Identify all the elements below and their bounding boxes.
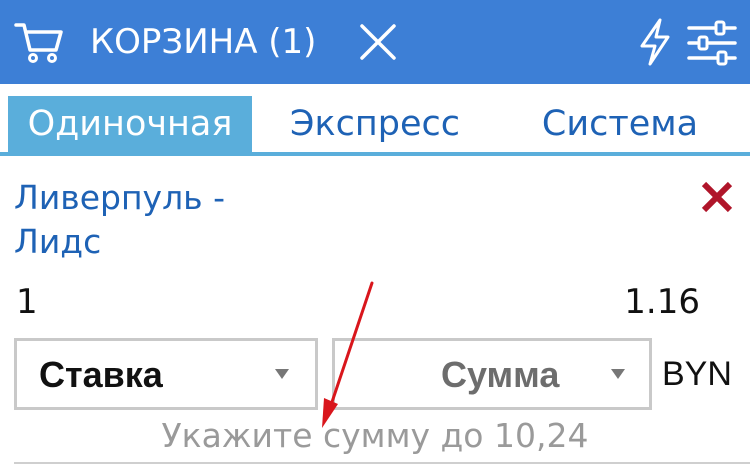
currency-label: BYN bbox=[662, 355, 732, 393]
remove-bet-icon[interactable] bbox=[700, 180, 734, 214]
chevron-down-icon bbox=[611, 369, 625, 379]
filter-sliders-icon[interactable] bbox=[686, 20, 738, 66]
amount-placeholder: Сумма bbox=[441, 354, 560, 395]
stake-hint-text: Укажите сумму до 10,24 bbox=[161, 416, 589, 455]
tab-system[interactable]: Система bbox=[525, 96, 715, 152]
stake-select[interactable]: Ставка bbox=[14, 338, 318, 410]
tab-single[interactable]: Одиночная bbox=[8, 96, 252, 152]
basket-title: КОРЗИНА (1) bbox=[90, 22, 317, 62]
close-icon[interactable] bbox=[358, 24, 398, 60]
lightning-icon[interactable] bbox=[636, 18, 674, 66]
chevron-down-icon bbox=[275, 369, 289, 379]
tab-express[interactable]: Экспресс bbox=[270, 96, 480, 152]
basket-header: КОРЗИНА (1) bbox=[0, 0, 750, 84]
bet-coefficient: 1.16 bbox=[624, 282, 700, 322]
stake-select-label: Ставка bbox=[39, 354, 163, 395]
cart-icon bbox=[14, 23, 63, 63]
bet-outcome: 1 bbox=[16, 282, 38, 322]
stake-hint: Укажите сумму до 10,24 bbox=[0, 414, 750, 458]
match-name[interactable]: Ливерпуль - Лидс bbox=[14, 176, 274, 264]
divider bbox=[14, 462, 750, 464]
bet-type-tabs: Одиночная Экспресс Система bbox=[0, 84, 750, 156]
amount-field[interactable]: Сумма bbox=[332, 338, 652, 410]
